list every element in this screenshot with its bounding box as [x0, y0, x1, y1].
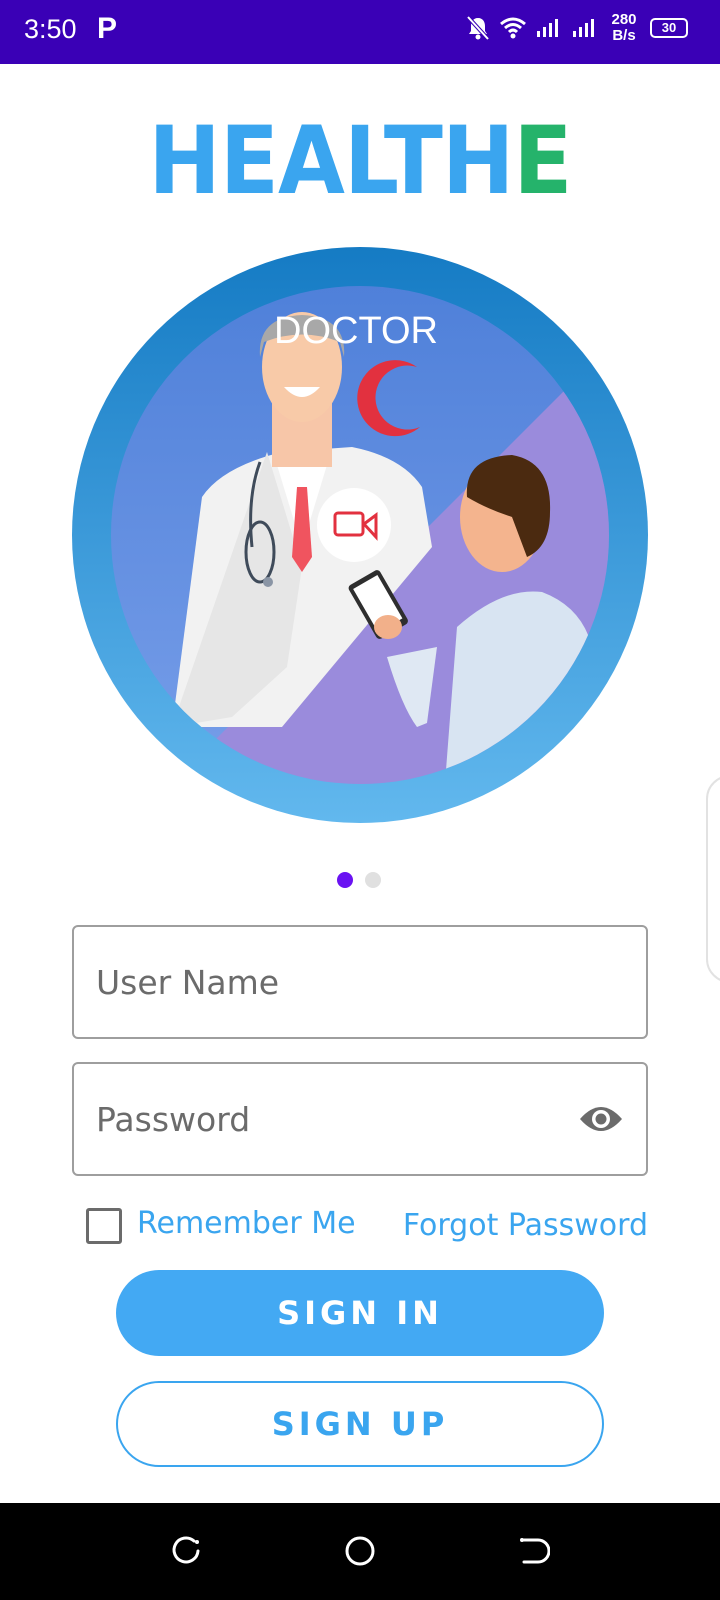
- signal-icon: [537, 19, 558, 37]
- system-nav-bar: [0, 1503, 720, 1600]
- pager-dot-active[interactable]: [337, 872, 353, 888]
- signal-icon: [573, 19, 594, 37]
- status-icons: 280 B/s 30: [466, 12, 688, 44]
- logo-main-text: HEALTH: [148, 107, 514, 216]
- battery-icon: 30: [650, 18, 688, 38]
- side-edge-handle[interactable]: [706, 775, 720, 983]
- username-input[interactable]: [96, 927, 576, 1037]
- illustration-caption: DOCTOR: [274, 310, 438, 352]
- pager-dot[interactable]: [365, 872, 381, 888]
- status-bar: 3:50 P 280 B/s 30: [0, 0, 720, 64]
- status-time: 3:50: [24, 14, 77, 44]
- battery-level: 30: [661, 20, 677, 35]
- password-input[interactable]: [96, 1064, 576, 1174]
- app-logo: HEALTHE: [29, 112, 691, 212]
- logo-accent-text: E: [513, 107, 572, 216]
- remember-me-checkbox[interactable]: [86, 1208, 122, 1244]
- forgot-password-link[interactable]: Forgot Password: [403, 1208, 648, 1243]
- sign-in-button[interactable]: SIGN IN: [116, 1270, 604, 1356]
- username-field[interactable]: [72, 925, 648, 1039]
- password-field[interactable]: [72, 1062, 648, 1176]
- doctor-illustration[interactable]: DOCTOR: [72, 247, 648, 823]
- app-indicator-icon: P: [97, 12, 118, 45]
- network-speed: 280 B/s: [608, 12, 640, 44]
- home-icon[interactable]: [344, 1535, 376, 1567]
- network-speed-unit: B/s: [612, 27, 636, 44]
- back-icon[interactable]: [518, 1535, 550, 1567]
- sign-up-button[interactable]: SIGN UP: [116, 1381, 604, 1467]
- recent-apps-icon[interactable]: [170, 1535, 202, 1567]
- eye-icon[interactable]: [578, 1101, 624, 1137]
- remember-me-label[interactable]: Remember Me: [137, 1206, 356, 1241]
- wifi-icon: [500, 17, 526, 39]
- mute-notifications-icon: [466, 15, 490, 41]
- carousel-pager: [337, 872, 381, 888]
- network-speed-value: 280: [611, 11, 637, 28]
